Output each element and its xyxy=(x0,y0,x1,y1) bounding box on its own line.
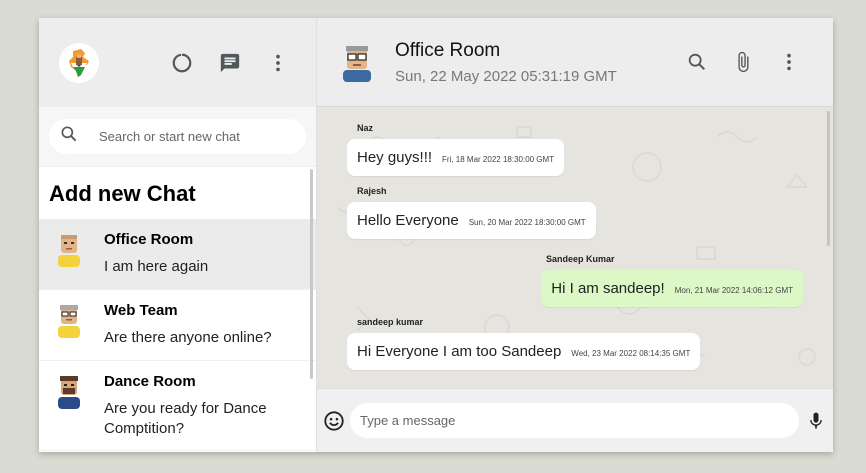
message-input[interactable] xyxy=(360,413,789,428)
message-bubble[interactable]: Hi I am sandeep! Mon, 21 Mar 2022 14:06:… xyxy=(541,270,803,307)
chat-item-office-room[interactable]: Office Room I am here again xyxy=(39,219,316,290)
message-timestamp: Mon, 21 Mar 2022 14:06:12 GMT xyxy=(674,286,793,295)
add-new-chat[interactable]: Add new Chat xyxy=(39,167,316,219)
chat-footer xyxy=(317,388,833,452)
chat-last-message: Are you ready for Dance Comptition? xyxy=(104,400,267,437)
chat-avatar xyxy=(54,231,84,271)
user-avatar[interactable] xyxy=(59,42,99,83)
chat-avatar xyxy=(54,373,84,413)
chat-last-message: Are there anyone online? xyxy=(104,329,272,346)
chat-panel: Office Room Sun, 22 May 2022 05:31:19 GM… xyxy=(317,18,833,452)
message-bubble[interactable]: Hey guys!!! Fri, 18 Mar 2022 18:30:00 GM… xyxy=(347,139,565,176)
message-bubble[interactable]: Hello Everyone Sun, 20 Mar 2022 18:30:00… xyxy=(347,202,596,239)
message-text: Hi I am sandeep! xyxy=(551,280,665,297)
message-text: Hey guys!!! xyxy=(357,149,433,166)
sidebar: Add new Chat Office Room I am here again xyxy=(39,18,317,452)
message-sender: sandeep kumar xyxy=(357,317,424,327)
more-vert-icon[interactable] xyxy=(266,51,290,75)
message-sender: Sandeep Kumar xyxy=(546,254,615,264)
message-sender: Naz xyxy=(357,123,374,133)
message-sender: Rajesh xyxy=(357,186,387,196)
mic-icon[interactable] xyxy=(804,409,828,433)
chat-item-dance-room[interactable]: Dance Room Are you ready for Dance Compt… xyxy=(39,361,316,451)
message: Naz Hey guys!!! Fri, 18 Mar 2022 18:30:0… xyxy=(347,123,803,176)
chat-header: Office Room Sun, 22 May 2022 05:31:19 GM… xyxy=(317,18,833,107)
message-input-box[interactable] xyxy=(350,403,799,438)
chat-item-web-team[interactable]: Web Team Are there anyone online? xyxy=(39,290,316,361)
message-timestamp: Sun, 20 Mar 2022 18:30:00 GMT xyxy=(468,218,586,227)
app-window: Add new Chat Office Room I am here again xyxy=(39,18,833,452)
search-icon[interactable] xyxy=(685,50,709,74)
room-avatar[interactable] xyxy=(337,42,377,82)
search-icon xyxy=(59,124,79,149)
message-timestamp: Wed, 23 Mar 2022 08:14:35 GMT xyxy=(571,349,691,358)
message-outgoing: Sandeep Kumar Hi I am sandeep! Mon, 21 M… xyxy=(347,249,803,307)
chat-name: Dance Room xyxy=(104,373,196,390)
chat-last-message: I am here again xyxy=(104,258,209,275)
message-text: Hello Everyone xyxy=(357,212,459,229)
status-icon[interactable] xyxy=(170,51,194,75)
message-timestamp: Fri, 18 Mar 2022 18:30:00 GMT xyxy=(442,155,555,164)
messages-area: Naz Hey guys!!! Fri, 18 Mar 2022 18:30:0… xyxy=(317,107,833,388)
room-title: Office Room xyxy=(395,39,501,61)
emoji-icon[interactable] xyxy=(322,409,346,433)
chat-name: Office Room xyxy=(104,231,194,248)
search-bar xyxy=(39,107,316,167)
chat-name: Web Team xyxy=(104,302,178,319)
message: sandeep kumar Hi Everyone I am too Sande… xyxy=(347,317,803,370)
sidebar-scrollbar[interactable] xyxy=(310,169,313,379)
chat-icon[interactable] xyxy=(218,51,242,75)
message-text: Hi Everyone I am too Sandeep xyxy=(357,343,562,360)
search-box[interactable] xyxy=(49,119,306,154)
room-last-seen: Sun, 22 May 2022 05:31:19 GMT xyxy=(395,67,617,85)
message: Rajesh Hello Everyone Sun, 20 Mar 2022 1… xyxy=(347,186,803,239)
attach-icon[interactable] xyxy=(731,50,755,74)
messages-scrollbar[interactable] xyxy=(827,111,830,246)
search-input[interactable] xyxy=(99,129,306,144)
message-bubble[interactable]: Hi Everyone I am too Sandeep Wed, 23 Mar… xyxy=(347,333,701,370)
more-vert-icon[interactable] xyxy=(777,50,801,74)
chat-list: Add new Chat Office Room I am here again xyxy=(39,167,316,452)
sidebar-header xyxy=(39,18,316,107)
chat-avatar xyxy=(54,302,84,342)
